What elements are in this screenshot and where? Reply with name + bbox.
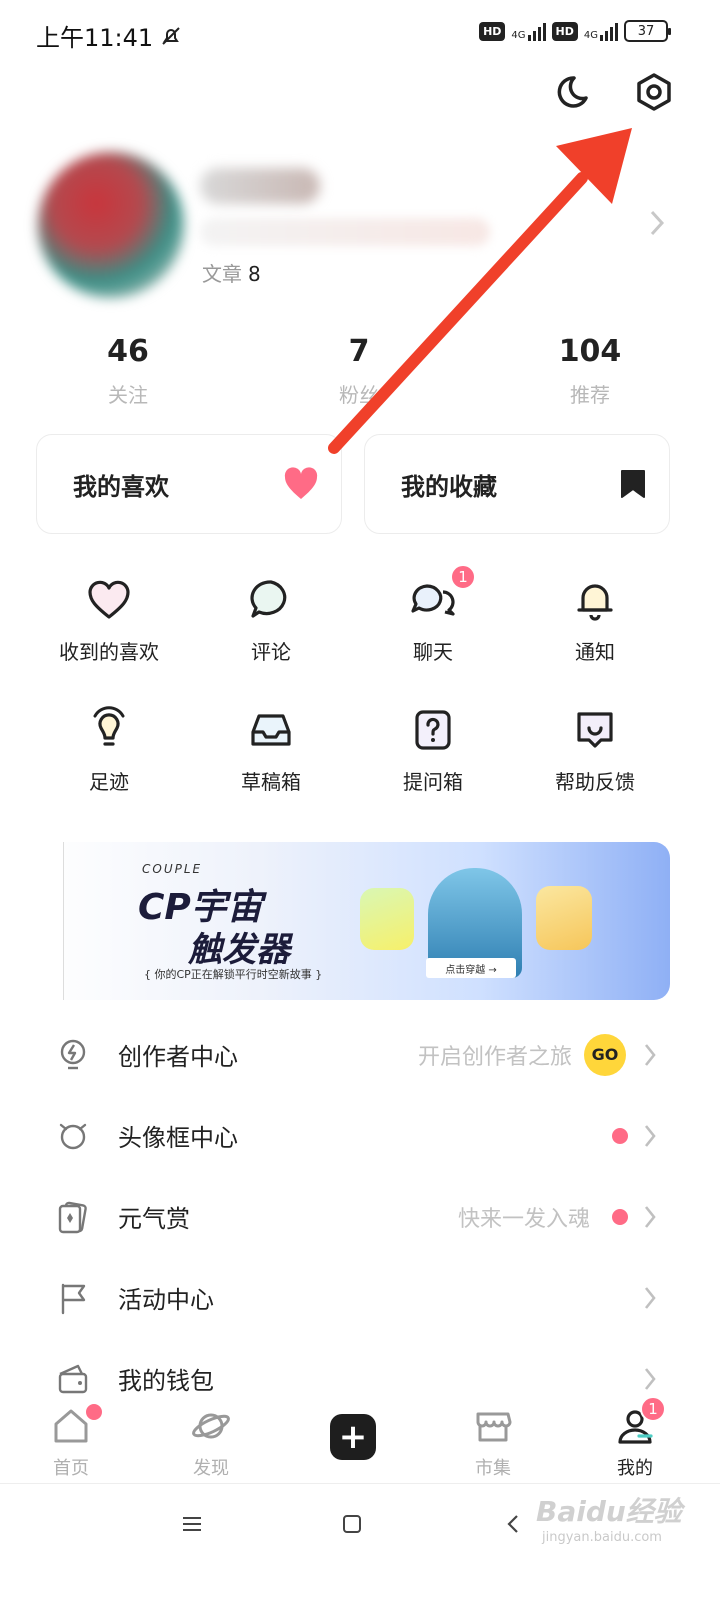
moon-icon[interactable] (550, 72, 590, 112)
go-badge: GO (584, 1033, 626, 1076)
profile-stats: 46 关注 7 粉丝 104 推荐 (0, 334, 720, 408)
grid-item-chat[interactable]: 1 聊天 (352, 564, 514, 668)
watermark-url: jingyan.baidu.com (542, 1530, 662, 1545)
grid-item-question-box[interactable]: 提问箱 (352, 698, 514, 798)
bio-blurred (200, 218, 490, 246)
tab-market[interactable]: 市集 (448, 1406, 538, 1480)
battery-icon: 37 (624, 20, 671, 42)
menu-list: 创作者中心 开启创作者之旅 GO 头像框中心 元气赏 快来一发入魂 活动中心 我… (0, 1014, 720, 1419)
signal-icon: 4G (511, 21, 546, 41)
banner-side-strip (38, 842, 64, 1000)
chevron-right-icon (644, 1367, 656, 1390)
mute-bell-icon (162, 26, 180, 45)
my-likes-card[interactable]: 我的喜欢 (36, 434, 342, 534)
hd-badge: HD (551, 21, 578, 41)
menu-genki-reward[interactable]: 元气赏 快来一发入魂 (0, 1176, 720, 1257)
header-actions (550, 72, 674, 112)
grid-item-footprints[interactable]: 足迹 (28, 698, 190, 798)
settings-icon[interactable] (634, 72, 674, 112)
stat-following[interactable]: 46 关注 (88, 334, 168, 408)
chevron-right-icon (644, 1286, 656, 1309)
watermark: Baidu经验 (536, 1495, 682, 1528)
inbox-tray-icon (251, 714, 291, 746)
banner-art-tile (360, 888, 414, 950)
comment-bubble-icon (250, 580, 287, 618)
feedback-chat-icon (577, 712, 613, 748)
status-time: 上午11:41 (36, 24, 154, 52)
question-box-icon (415, 710, 451, 750)
planet-icon (192, 1413, 230, 1439)
bottom-tab-bar: 首页 发现 + 市集 1 我的 (0, 1396, 720, 1484)
banner-art-tile (536, 886, 592, 950)
lightbulb-icon (93, 706, 125, 746)
grid-item-drafts[interactable]: 草稿箱 (190, 698, 352, 798)
grid-item-help-feedback[interactable]: 帮助反馈 (514, 698, 676, 798)
back-icon[interactable] (502, 1512, 526, 1536)
signal-icon: 4G (584, 21, 618, 41)
chevron-right-icon (644, 1043, 656, 1066)
banner-subtitle: { 你的CP正在解锁平行时空新故事 } (144, 968, 323, 981)
banner-cta[interactable]: 点击穿越 → (426, 958, 516, 978)
username-blurred (200, 168, 320, 204)
heart-filled-icon (284, 467, 318, 499)
avatar-frame-icon (59, 1123, 87, 1149)
menu-creator-center[interactable]: 创作者中心 开启创作者之旅 GO (0, 1014, 720, 1095)
stat-followers[interactable]: 7 粉丝 (319, 334, 399, 408)
bookmark-icon (621, 470, 645, 498)
menu-icon[interactable] (180, 1512, 204, 1536)
feature-grid: 收到的喜欢 评论 1 聊天 通知 足迹 草稿箱 提问箱 帮助反馈 (28, 564, 676, 798)
banner-title-line2: 触发器 (188, 930, 290, 970)
grid-item-received-likes[interactable]: 收到的喜欢 (28, 568, 190, 668)
my-favorites-card[interactable]: 我的收藏 (364, 434, 670, 534)
tab-home[interactable]: 首页 (26, 1402, 116, 1480)
me-badge: 1 (640, 1396, 666, 1422)
grid-item-comments[interactable]: 评论 (190, 568, 352, 668)
chevron-right-icon[interactable] (646, 208, 668, 238)
home-red-dot (84, 1402, 104, 1422)
menu-activity-center[interactable]: 活动中心 (0, 1257, 720, 1338)
status-bar: 上午11:41 HD 4G HD 4G 37 (0, 0, 720, 70)
tab-discover[interactable]: 发现 (166, 1406, 256, 1480)
avatar[interactable] (38, 152, 184, 298)
store-icon (476, 1412, 512, 1442)
chevron-right-icon (644, 1124, 656, 1147)
heart-icon (88, 580, 130, 619)
stat-recommend[interactable]: 104 推荐 (550, 334, 630, 408)
home-square-icon[interactable] (340, 1512, 364, 1536)
red-dot (612, 1208, 628, 1225)
chat-badge: 1 (450, 564, 476, 590)
wallet-icon (58, 1364, 88, 1393)
lightning-bulb-icon (60, 1039, 86, 1069)
chat-bubbles-icon (411, 584, 455, 616)
articles-count: 文章 8 (202, 262, 261, 286)
red-dot (612, 1127, 628, 1144)
card-deck-icon (58, 1201, 87, 1233)
promo-banner[interactable]: COUPLE CP宇宙 触发器 { 你的CP正在解锁平行时空新故事 } 点击穿越… (38, 842, 670, 1000)
grid-item-notifications[interactable]: 通知 (514, 568, 676, 668)
flag-icon (61, 1283, 86, 1314)
create-post-button[interactable]: + (330, 1414, 376, 1460)
menu-avatar-frame-center[interactable]: 头像框中心 (0, 1095, 720, 1176)
banner-brand: COUPLE (142, 862, 203, 876)
hd-badge: HD (479, 21, 506, 41)
tab-me[interactable]: 1 我的 (590, 1396, 680, 1480)
bell-icon (577, 584, 613, 621)
chevron-right-icon (644, 1205, 656, 1228)
